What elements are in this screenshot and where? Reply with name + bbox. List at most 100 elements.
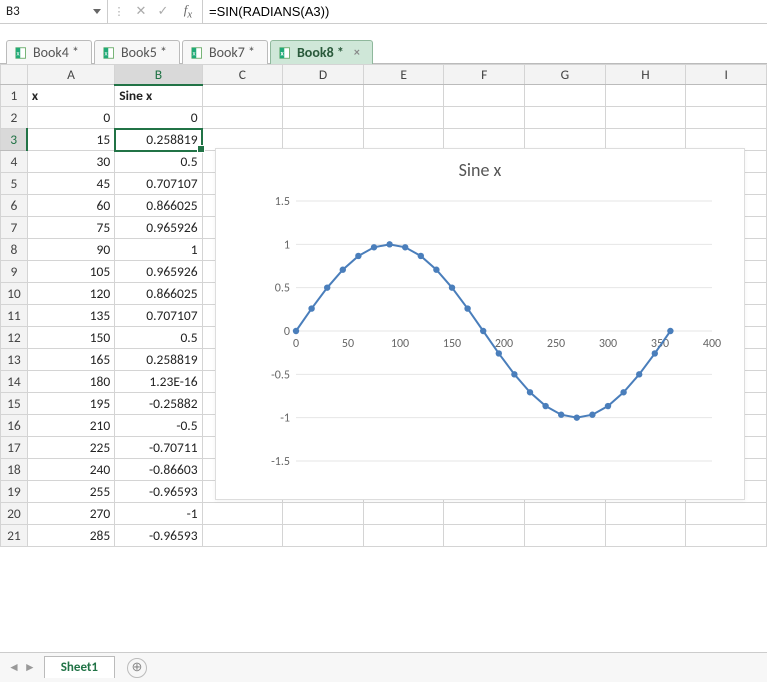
cell[interactable]: 0.866025 xyxy=(115,195,202,217)
cell[interactable] xyxy=(444,525,525,547)
confirm-icon[interactable]: ✓ xyxy=(152,4,174,19)
close-icon[interactable]: × xyxy=(354,46,360,60)
sheet-nav-next-icon[interactable]: ► xyxy=(24,660,36,675)
cell[interactable] xyxy=(605,525,686,547)
row-header[interactable]: 21 xyxy=(1,525,28,547)
row-header[interactable]: 3 xyxy=(1,129,28,151)
cell[interactable] xyxy=(363,85,444,107)
cell[interactable] xyxy=(363,525,444,547)
cell[interactable]: 45 xyxy=(27,173,114,195)
cancel-icon[interactable]: ✕ xyxy=(130,4,152,19)
row-header[interactable]: 16 xyxy=(1,415,28,437)
column-header[interactable]: D xyxy=(283,65,364,85)
cell[interactable] xyxy=(283,525,364,547)
cell[interactable]: 30 xyxy=(27,151,114,173)
cell[interactable] xyxy=(686,503,767,525)
row-header[interactable]: 12 xyxy=(1,327,28,349)
cell[interactable]: -1 xyxy=(115,503,202,525)
name-box-dropdown-icon[interactable] xyxy=(93,9,101,14)
column-header[interactable]: I xyxy=(686,65,767,85)
cell[interactable]: 0.5 xyxy=(115,151,202,173)
cell[interactable]: 75 xyxy=(27,217,114,239)
sheet-nav-prev-icon[interactable]: ◄ xyxy=(8,660,20,675)
embedded-chart[interactable]: Sine x -1.5-1-0.500.511.5050100150200250… xyxy=(215,148,745,500)
cell[interactable]: 240 xyxy=(27,459,114,481)
name-box[interactable]: B3 xyxy=(0,0,108,24)
cell[interactable]: 135 xyxy=(27,305,114,327)
cell[interactable]: 1.23E-16 xyxy=(115,371,202,393)
cell[interactable] xyxy=(283,85,364,107)
cell[interactable] xyxy=(525,525,606,547)
column-header[interactable]: C xyxy=(202,65,283,85)
cell[interactable]: -0.96593 xyxy=(115,481,202,503)
cell[interactable] xyxy=(283,503,364,525)
cell[interactable]: 0 xyxy=(27,107,114,129)
cell[interactable]: -0.25882 xyxy=(115,393,202,415)
cell[interactable] xyxy=(444,503,525,525)
column-header[interactable]: E xyxy=(363,65,444,85)
worksheet-grid[interactable]: ABCDEFGHI 1xSine x2003150.2588194300.554… xyxy=(0,64,767,634)
row-header[interactable]: 9 xyxy=(1,261,28,283)
cell[interactable] xyxy=(444,107,525,129)
row-header[interactable]: 11 xyxy=(1,305,28,327)
cell[interactable] xyxy=(605,503,686,525)
cell[interactable]: 120 xyxy=(27,283,114,305)
workbook-tab[interactable]: xBook7 * xyxy=(182,40,268,64)
cell[interactable] xyxy=(202,107,283,129)
cell[interactable] xyxy=(525,107,606,129)
cell[interactable]: Sine x xyxy=(115,85,202,107)
cell[interactable]: 1 xyxy=(115,239,202,261)
row-header[interactable]: 8 xyxy=(1,239,28,261)
cell[interactable]: 0.866025 xyxy=(115,283,202,305)
cell[interactable]: 0.5 xyxy=(115,327,202,349)
cell[interactable] xyxy=(686,85,767,107)
cell[interactable]: 0.965926 xyxy=(115,217,202,239)
cell[interactable]: 15 xyxy=(27,129,114,151)
cell[interactable]: -0.96593 xyxy=(115,525,202,547)
cell[interactable] xyxy=(202,525,283,547)
cell[interactable]: 60 xyxy=(27,195,114,217)
column-header[interactable]: F xyxy=(444,65,525,85)
row-header[interactable]: 17 xyxy=(1,437,28,459)
cell[interactable]: 0 xyxy=(115,107,202,129)
cell[interactable] xyxy=(605,107,686,129)
cell[interactable]: 255 xyxy=(27,481,114,503)
cell[interactable] xyxy=(525,85,606,107)
row-header[interactable]: 20 xyxy=(1,503,28,525)
row-header[interactable]: 18 xyxy=(1,459,28,481)
row-header[interactable]: 19 xyxy=(1,481,28,503)
column-header[interactable]: B xyxy=(115,65,202,85)
row-header[interactable]: 4 xyxy=(1,151,28,173)
row-header[interactable]: 5 xyxy=(1,173,28,195)
row-header[interactable]: 14 xyxy=(1,371,28,393)
cell[interactable] xyxy=(363,503,444,525)
cell[interactable]: -0.5 xyxy=(115,415,202,437)
cell[interactable]: 0.707107 xyxy=(115,173,202,195)
cell[interactable]: 210 xyxy=(27,415,114,437)
cell[interactable] xyxy=(525,503,606,525)
cell[interactable] xyxy=(605,85,686,107)
cell[interactable] xyxy=(444,85,525,107)
column-header[interactable]: A xyxy=(27,65,114,85)
cell[interactable] xyxy=(686,107,767,129)
row-header[interactable]: 1 xyxy=(1,85,28,107)
cell[interactable]: 0.258819 xyxy=(115,349,202,371)
cell[interactable]: 150 xyxy=(27,327,114,349)
cell[interactable]: 0.258819 xyxy=(115,129,202,151)
fx-icon[interactable]: fx xyxy=(174,2,202,21)
row-header[interactable]: 2 xyxy=(1,107,28,129)
formula-input[interactable] xyxy=(202,0,767,24)
cell[interactable] xyxy=(283,107,364,129)
workbook-tab[interactable]: xBook4 * xyxy=(6,40,92,64)
cell[interactable]: 195 xyxy=(27,393,114,415)
sheet-nav[interactable]: ◄ ► xyxy=(0,660,44,675)
workbook-tab[interactable]: xBook5 * xyxy=(94,40,180,64)
cell[interactable]: -0.70711 xyxy=(115,437,202,459)
row-header[interactable]: 6 xyxy=(1,195,28,217)
add-sheet-button[interactable]: ⊕ xyxy=(127,658,147,678)
cell[interactable]: x xyxy=(27,85,114,107)
cell[interactable] xyxy=(202,85,283,107)
row-header[interactable]: 15 xyxy=(1,393,28,415)
cell[interactable]: 225 xyxy=(27,437,114,459)
select-all-corner[interactable] xyxy=(1,65,28,85)
